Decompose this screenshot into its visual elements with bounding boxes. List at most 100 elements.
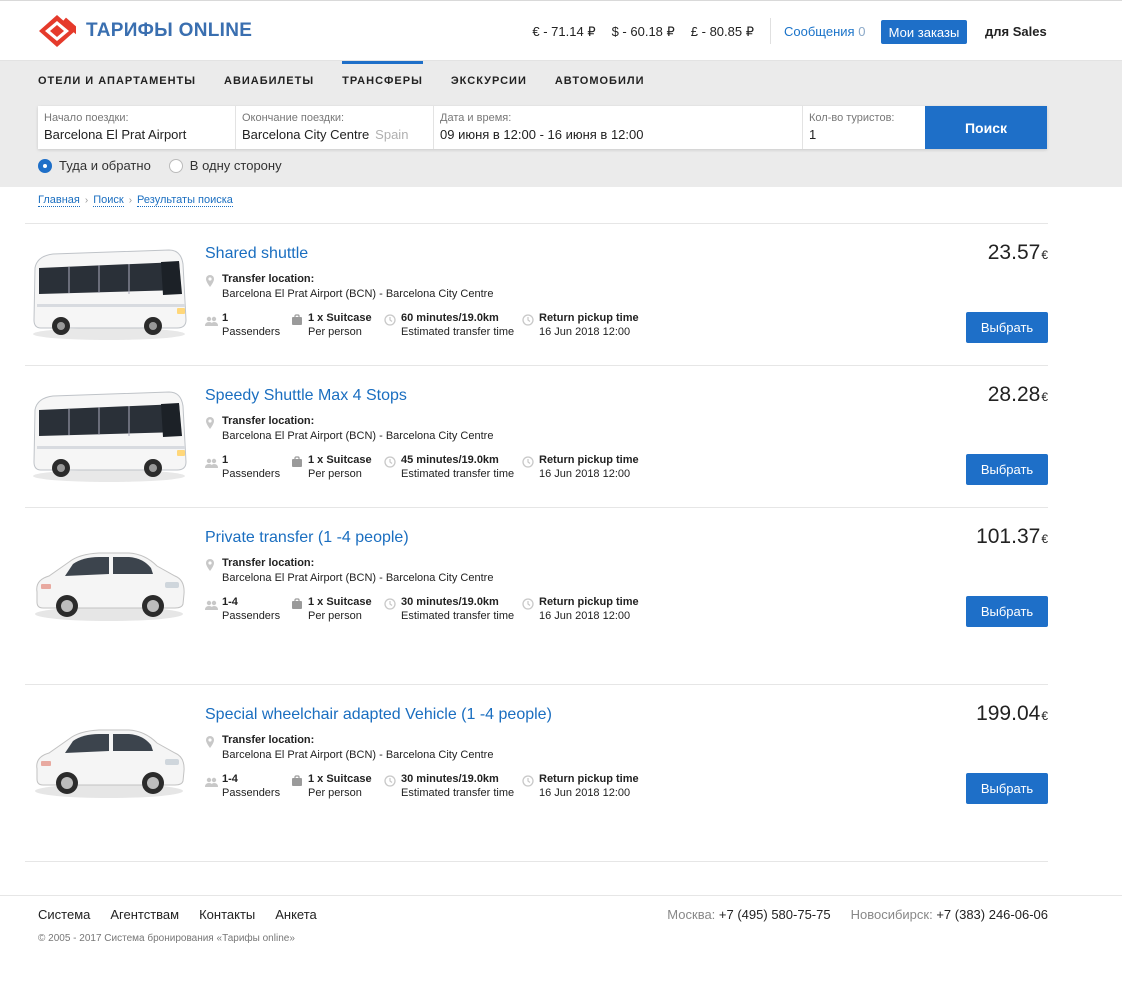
result-card: Shared shuttle 23.57€ Transfer location: Ba… xyxy=(25,224,1048,366)
tab-excursions[interactable]: ЭКСКУРСИИ xyxy=(451,61,527,101)
select-button[interactable]: Выбрать xyxy=(966,312,1048,343)
luggage-label: Per person xyxy=(308,468,362,480)
duration-label: Estimated transfer time xyxy=(401,787,515,799)
copyright: © 2005 - 2017 Система бронирования «Тари… xyxy=(38,933,295,944)
tab-cars[interactable]: АВТОМОБИЛИ xyxy=(555,61,645,101)
select-button[interactable]: Выбрать xyxy=(966,773,1048,804)
luggage-value: 1 x Suitcase xyxy=(308,596,372,608)
footer-nav: Система Агентствам Контакты Анкета xyxy=(38,907,317,922)
footer-link-survey[interactable]: Анкета xyxy=(275,907,317,922)
transfer-price: 199.04€ xyxy=(976,702,1048,726)
passengers-count: 1 xyxy=(222,454,229,466)
tourists-label: Кол-во туристов: xyxy=(809,112,895,124)
search-button[interactable]: Поиск xyxy=(925,106,1047,149)
rate-usd: $ - 60.18 ₽ xyxy=(611,24,675,39)
vehicle-image xyxy=(29,238,189,348)
end-location-value[interactable]: Barcelona City Centre Spain xyxy=(242,127,433,142)
tab-flights[interactable]: АВИАБИЛЕТЫ xyxy=(224,61,314,101)
transfer-title[interactable]: Private transfer (1 -4 people) xyxy=(205,529,409,547)
transfer-title[interactable]: Shared shuttle xyxy=(205,245,308,263)
passengers-label: Passenders xyxy=(222,787,281,799)
end-location-text: Barcelona City Centre xyxy=(242,127,370,142)
location-pin-icon xyxy=(205,274,215,292)
footer-divider xyxy=(0,895,1122,896)
luggage-label: Per person xyxy=(308,610,362,622)
location-value: Barcelona El Prat Airport (BCN) - Barcel… xyxy=(222,749,494,761)
messages-count: 0 xyxy=(858,24,866,39)
start-location-value[interactable]: Barcelona El Prat Airport xyxy=(44,127,235,142)
location-value: Barcelona El Prat Airport (BCN) - Barcel… xyxy=(222,288,494,300)
currency-symbol: € xyxy=(1041,709,1048,723)
return-pickup-value: 16 Jun 2018 12:00 xyxy=(539,787,631,799)
start-location-field[interactable]: Начало поездки: Barcelona El Prat Airpor… xyxy=(38,106,236,149)
passengers-label: Passenders xyxy=(222,610,281,622)
end-location-field[interactable]: Окончание поездки: Barcelona City Centre… xyxy=(236,106,434,149)
breadcrumb-home[interactable]: Главная xyxy=(38,194,80,207)
suitcase-icon xyxy=(291,313,303,331)
select-button[interactable]: Выбрать xyxy=(966,454,1048,485)
chevron-right-icon: › xyxy=(128,195,133,206)
phone-moscow: Москва: +7 (495) 580-75-75 xyxy=(667,907,830,922)
tourists-value[interactable]: 1 xyxy=(809,127,925,142)
location-pin-icon xyxy=(205,416,215,434)
passengers-count: 1-4 xyxy=(222,773,238,785)
currency-symbol: € xyxy=(1041,532,1048,546)
rate-gbp: £ - 80.85 ₽ xyxy=(690,24,754,39)
duration-value: 45 minutes/19.0km xyxy=(401,454,499,466)
round-trip-radio[interactable]: Туда и обратно xyxy=(38,158,151,173)
city-moscow: Москва: xyxy=(667,907,716,922)
clock-icon xyxy=(522,313,534,331)
my-orders-button[interactable]: Мои заказы xyxy=(881,20,967,44)
suitcase-icon xyxy=(291,597,303,615)
breadcrumb: Главная › Поиск › Результаты поиска xyxy=(38,194,233,207)
clock-icon xyxy=(384,597,396,615)
breadcrumb-results[interactable]: Результаты поиска xyxy=(137,194,233,207)
duration-label: Estimated transfer time xyxy=(401,468,515,480)
tab-transfers[interactable]: ТРАНСФЕРЫ xyxy=(342,61,423,101)
messages-link[interactable]: Сообщения 0 xyxy=(784,24,865,39)
footer-link-contacts[interactable]: Контакты xyxy=(199,907,255,922)
passengers-icon xyxy=(205,313,218,331)
passengers-count: 1-4 xyxy=(222,596,238,608)
passengers-icon xyxy=(205,597,218,615)
date-time-field[interactable]: Дата и время: 09 июня в 12:00 - 16 июня … xyxy=(434,106,803,149)
phone-novosibirsk-number[interactable]: +7 (383) 246-06-06 xyxy=(936,907,1048,922)
tab-hotels[interactable]: ОТЕЛИ И АПАРТАМЕНТЫ xyxy=(38,61,196,101)
select-button[interactable]: Выбрать xyxy=(966,596,1048,627)
tourists-field[interactable]: Кол-во туристов: 1 xyxy=(803,106,925,149)
breadcrumb-search[interactable]: Поиск xyxy=(93,194,124,207)
location-label: Transfer location: xyxy=(222,557,315,569)
transfer-title[interactable]: Speedy Shuttle Max 4 Stops xyxy=(205,387,407,405)
price-value: 23.57 xyxy=(987,241,1041,264)
luggage-label: Per person xyxy=(308,787,362,799)
return-pickup-value: 16 Jun 2018 12:00 xyxy=(539,326,631,338)
passengers-icon xyxy=(205,455,218,473)
brand-name: ТАРИФЫ ONLINE xyxy=(86,20,253,41)
location-pin-icon xyxy=(205,735,215,753)
currency-symbol: € xyxy=(1041,248,1048,262)
return-pickup-value: 16 Jun 2018 12:00 xyxy=(539,468,631,480)
one-way-radio[interactable]: В одну сторону xyxy=(168,158,282,173)
transfer-title[interactable]: Special wheelchair adapted Vehicle (1 -4… xyxy=(205,706,552,724)
location-value: Barcelona El Prat Airport (BCN) - Barcel… xyxy=(222,572,494,584)
transfer-price: 101.37€ xyxy=(976,525,1048,549)
clock-icon xyxy=(384,774,396,792)
date-time-value[interactable]: 09 июня в 12:00 - 16 июня в 12:00 xyxy=(440,127,802,142)
footer-link-system[interactable]: Система xyxy=(38,907,90,922)
return-pickup-label: Return pickup time xyxy=(539,454,639,466)
user-name[interactable]: для Sales xyxy=(985,24,1047,39)
transfer-price: 23.57€ xyxy=(988,241,1048,265)
clock-icon xyxy=(384,313,396,331)
location-pin-icon xyxy=(205,558,215,576)
start-location-label: Начало поездки: xyxy=(44,112,129,124)
footer-phones: Москва: +7 (495) 580-75-75 Новосибирск: … xyxy=(667,907,1048,922)
clock-icon xyxy=(522,455,534,473)
chevron-right-icon: › xyxy=(84,195,89,206)
phone-moscow-number[interactable]: +7 (495) 580-75-75 xyxy=(719,907,831,922)
return-pickup-value: 16 Jun 2018 12:00 xyxy=(539,610,631,622)
search-panel: ОТЕЛИ И АПАРТАМЕНТЫ АВИАБИЛЕТЫ ТРАНСФЕРЫ… xyxy=(0,61,1122,187)
top-header: ТАРИФЫ ONLINE € - 71.14 ₽ $ - 60.18 ₽ £ … xyxy=(0,0,1122,61)
suitcase-icon xyxy=(291,774,303,792)
brand-logo[interactable]: ТАРИФЫ ONLINE xyxy=(38,14,252,48)
footer-link-agencies[interactable]: Агентствам xyxy=(110,907,179,922)
